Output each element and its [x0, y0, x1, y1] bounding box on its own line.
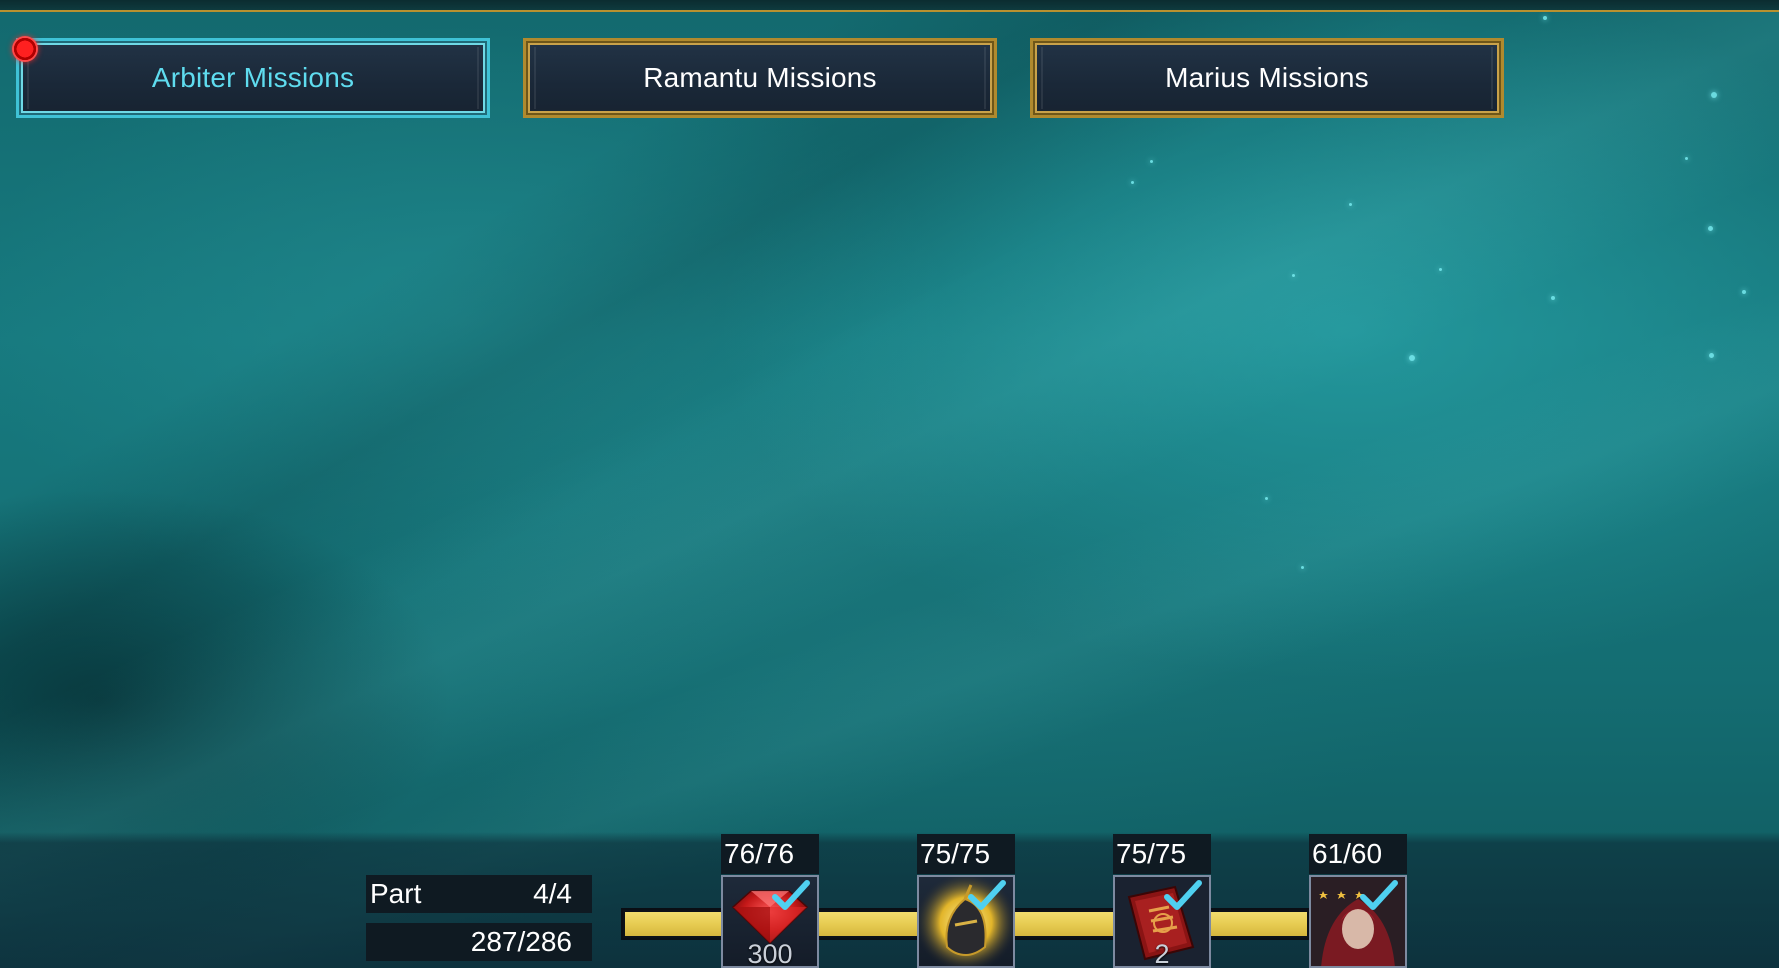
particle — [1301, 566, 1304, 569]
game-screen: Arbiter Missions Ramantu Missions Marius… — [0, 0, 1779, 968]
particle — [1131, 181, 1134, 184]
particle — [1708, 226, 1713, 231]
tab-label: Arbiter Missions — [151, 62, 355, 93]
particle — [1409, 355, 1415, 361]
particle — [1543, 16, 1547, 20]
particle — [1685, 157, 1688, 160]
particle — [1349, 203, 1352, 206]
tab-ramantu-missions[interactable]: Ramantu Missions — [523, 38, 997, 118]
reward-slot[interactable]: 2 — [1113, 875, 1211, 968]
milestone-label: 75/75 — [1113, 834, 1211, 874]
particle — [1150, 160, 1153, 163]
particle — [1551, 296, 1555, 300]
background-light-streaks — [0, 0, 1779, 968]
reward-quantity: 300 — [747, 939, 793, 968]
points-row: 287/286 — [366, 923, 592, 961]
check-icon — [1164, 880, 1202, 910]
progress-panel — [0, 832, 1779, 968]
reward-slot[interactable] — [1309, 875, 1407, 968]
particle — [1711, 92, 1717, 98]
check-icon — [968, 880, 1006, 910]
milestone-label: 76/76 — [721, 834, 819, 874]
milestone-label: 75/75 — [917, 834, 1015, 874]
part-label: Part — [370, 878, 422, 909]
part-value: 4/4 — [533, 878, 572, 909]
particle — [1742, 290, 1746, 294]
check-icon — [1360, 880, 1398, 910]
tab-marius-missions[interactable]: Marius Missions — [1030, 38, 1504, 118]
tab-arbiter-missions[interactable]: Arbiter Missions — [16, 38, 490, 118]
particle — [1292, 274, 1295, 277]
milestone-label: 61/60 — [1309, 834, 1407, 874]
particle — [1265, 497, 1268, 500]
part-row: Part 4/4 — [366, 875, 592, 913]
reward-quantity: 2 — [1154, 939, 1170, 968]
reward-slot[interactable]: 300 — [721, 875, 819, 968]
top-bar — [0, 0, 1779, 12]
reward-slot[interactable] — [917, 875, 1015, 968]
tab-label: Ramantu Missions — [643, 62, 877, 93]
particle — [1439, 268, 1442, 271]
notification-dot-icon — [12, 36, 38, 62]
tab-label: Marius Missions — [1165, 62, 1369, 93]
check-icon — [772, 880, 810, 910]
particle — [1709, 353, 1714, 358]
points-value: 287/286 — [470, 926, 572, 957]
